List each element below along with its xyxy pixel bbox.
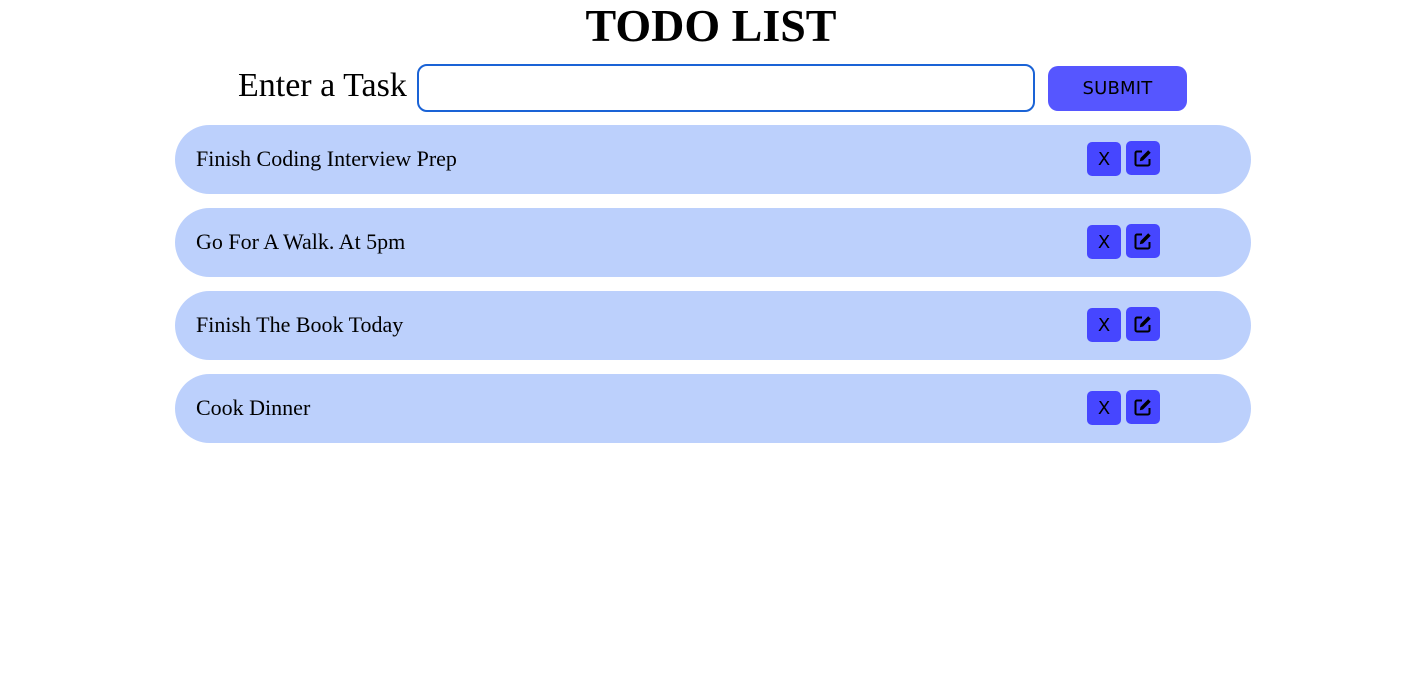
edit-button[interactable]	[1126, 307, 1160, 341]
todo-item-text: Go For A Walk. At 5pm	[196, 229, 406, 254]
todo-item: Go For A Walk. At 5pm X	[175, 208, 1251, 277]
task-input-label: Enter a Task	[238, 67, 407, 104]
delete-button[interactable]: X	[1087, 142, 1121, 176]
delete-button[interactable]: X	[1087, 391, 1121, 425]
todo-item-text: Finish Coding Interview Prep	[196, 146, 457, 171]
delete-button[interactable]: X	[1087, 225, 1121, 259]
todo-item-text: Finish The Book Today	[196, 312, 404, 337]
task-input[interactable]	[417, 64, 1035, 112]
edit-button[interactable]	[1126, 224, 1160, 258]
todo-item: Finish Coding Interview Prep X	[175, 125, 1251, 194]
submit-button[interactable]: SUBMIT	[1048, 66, 1187, 111]
todo-list: Finish Coding Interview Prep X Go For A …	[175, 125, 1251, 457]
todo-item: Finish The Book Today X	[175, 291, 1251, 360]
todo-item-text: Cook Dinner	[196, 395, 311, 420]
page-title: TODO LIST	[585, 0, 837, 51]
delete-button[interactable]: X	[1087, 308, 1121, 342]
edit-button[interactable]	[1126, 141, 1160, 175]
edit-icon	[1134, 233, 1151, 250]
edit-icon	[1134, 150, 1151, 167]
todo-item: Cook Dinner X	[175, 374, 1251, 443]
edit-button[interactable]	[1126, 390, 1160, 424]
edit-icon	[1134, 316, 1151, 333]
task-form: Enter a Task SUBMIT	[0, 64, 1422, 114]
edit-icon	[1134, 399, 1151, 416]
